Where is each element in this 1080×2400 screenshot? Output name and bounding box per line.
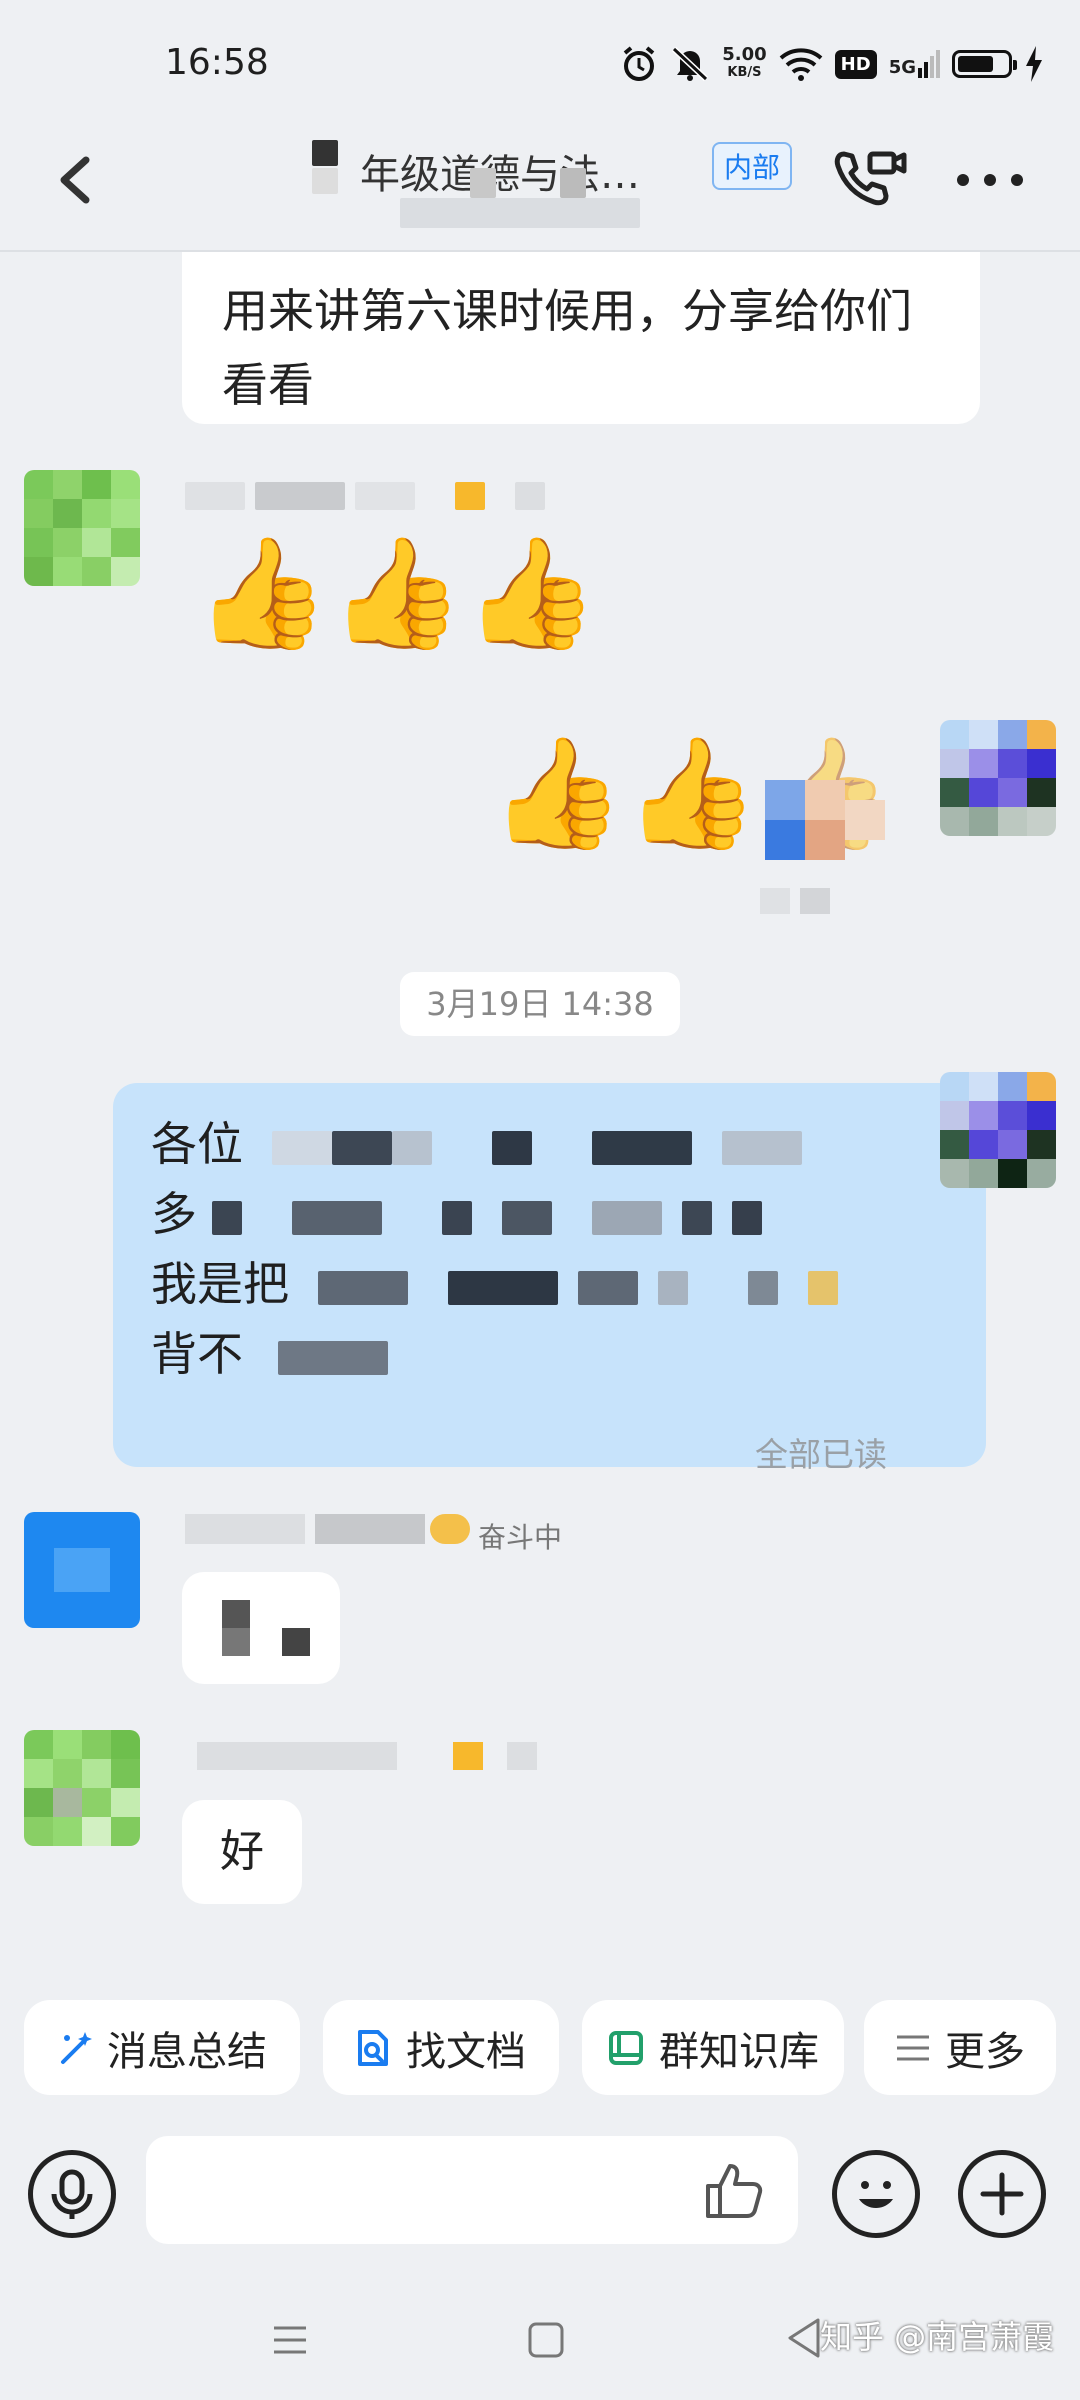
more-actions-button[interactable]: 更多: [864, 2000, 1056, 2095]
hd-badge: HD: [834, 49, 877, 79]
nav-menu-icon[interactable]: [270, 2320, 310, 2360]
more-button[interactable]: [955, 172, 1025, 188]
sender-name-mosaic: [185, 1514, 475, 1544]
message-text-line: 各位: [151, 1109, 948, 1179]
book-icon: [609, 2030, 643, 2065]
battery-icon: [952, 50, 1017, 78]
charging-icon: [1026, 46, 1042, 82]
video-call-icon: [834, 151, 907, 206]
status-icons: 5.00 KB/S HD 5G: [620, 42, 1044, 86]
wifi-icon: [779, 48, 823, 81]
message-text-line: 看看: [222, 358, 314, 412]
timestamp: 3月19日 14:38: [400, 972, 680, 1036]
menu-icon: [897, 2035, 929, 2060]
thumbs-up-icon: 👍: [329, 531, 464, 656]
find-doc-label: 找文档: [406, 2028, 526, 2075]
find-doc-button[interactable]: 找文档: [323, 2000, 559, 2095]
message-bubble-sent[interactable]: 各位 多 我是把 背不: [113, 1083, 986, 1467]
thumbs-up-icon[interactable]: [702, 2158, 766, 2222]
mic-icon: [51, 2169, 93, 2219]
add-button[interactable]: [958, 2150, 1046, 2238]
avatar[interactable]: [24, 470, 140, 586]
more-icon: [957, 174, 1023, 186]
mute-icon: [672, 46, 709, 82]
summary-button[interactable]: 消息总结: [24, 2000, 300, 2095]
summary-label: 消息总结: [107, 2028, 267, 2075]
net-speed: 5.00 KB/S: [722, 44, 767, 81]
message-text-line: 我是把: [151, 1249, 948, 1319]
knowledge-base-button[interactable]: 群知识库: [582, 2000, 844, 2095]
avatar[interactable]: [24, 1730, 140, 1846]
plus-icon: [980, 2172, 1024, 2216]
nav-home-icon[interactable]: [526, 2320, 566, 2360]
signal-icon: 5G: [889, 50, 940, 78]
message-text-line: 多: [151, 1179, 948, 1249]
emoji-button[interactable]: [832, 2150, 920, 2238]
message-bubble-received[interactable]: [182, 1572, 340, 1684]
title-mosaic: [300, 138, 660, 230]
watermark: 知乎 @南宫萧霞: [820, 2318, 1055, 2356]
message-input[interactable]: [146, 2136, 798, 2244]
read-mosaic: [760, 888, 880, 914]
sticker-mosaic: [745, 780, 925, 860]
more-actions-label: 更多: [945, 2028, 1025, 2075]
thumbs-up-sticker-received[interactable]: 👍👍👍: [195, 540, 598, 648]
avatar[interactable]: [24, 1512, 140, 1628]
my-avatar[interactable]: [940, 720, 1056, 836]
my-avatar[interactable]: [940, 1072, 1056, 1188]
back-icon: [60, 156, 90, 204]
doc-search-icon: [358, 2029, 388, 2066]
message-text-line: 用来讲第六课时候用，分享给你们: [222, 284, 912, 338]
video-call-button[interactable]: [832, 148, 908, 210]
sparkle-icon: [61, 2031, 92, 2064]
thumbs-up-icon: 👍: [463, 531, 599, 656]
emoji-icon: [859, 2181, 893, 2208]
thumbs-up-icon: 👍: [195, 531, 330, 656]
knowledge-base-label: 群知识库: [659, 2028, 819, 2075]
status-tag: 奋斗中: [478, 1521, 563, 1554]
sender-name-mosaic: [185, 482, 575, 510]
internal-badge: 内部: [712, 142, 793, 190]
back-button[interactable]: [50, 150, 100, 210]
message-bubble-received[interactable]: 用来讲第六课时候用，分享给你们 看看: [182, 252, 980, 424]
read-status[interactable]: 全部已读: [755, 1428, 887, 1476]
sender-name-mosaic: [197, 1742, 569, 1770]
thumbs-up-icon: 👍: [490, 731, 625, 856]
thumbs-up-icon: 👍: [624, 731, 759, 856]
alarm-icon: [623, 46, 655, 81]
status-time: 16:58: [165, 42, 269, 83]
voice-button[interactable]: [28, 2150, 116, 2238]
message-bubble-received[interactable]: 好: [182, 1800, 302, 1904]
message-text-line: 背不: [151, 1319, 948, 1389]
nav-back-icon[interactable]: [784, 2316, 824, 2360]
